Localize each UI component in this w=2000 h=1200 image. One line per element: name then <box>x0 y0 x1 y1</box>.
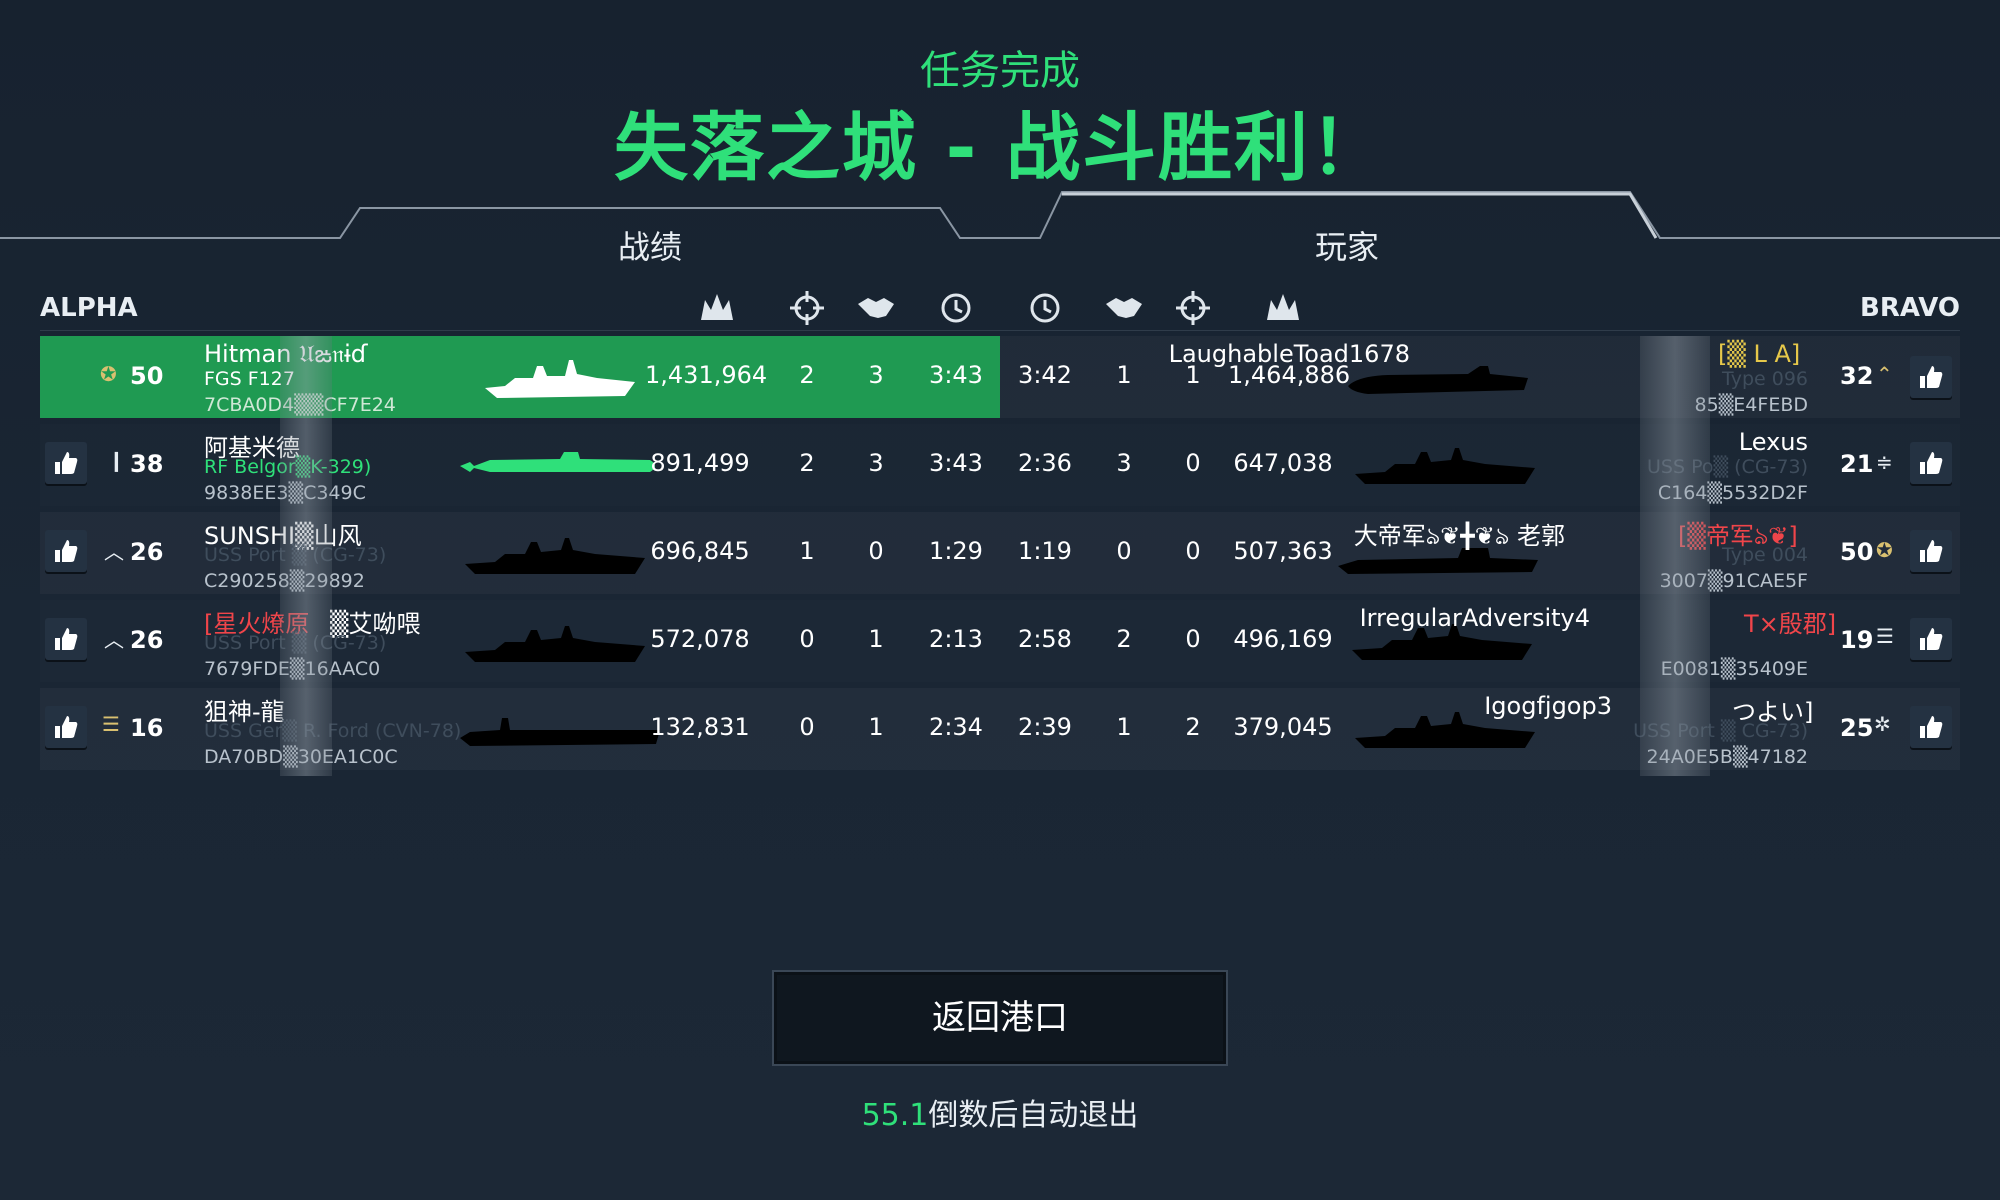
return-to-port-button[interactable]: 返回港口 <box>772 970 1228 1066</box>
bars-icon: ☰ <box>1876 624 1894 648</box>
star-chevron-icon: ⌃ <box>1876 362 1893 386</box>
rank-value: 16 <box>130 714 164 742</box>
crosshair-icon <box>1176 291 1210 325</box>
crosshair-icon <box>790 291 824 325</box>
team-alpha-label: ALPHA <box>40 293 138 323</box>
player-name[interactable]: LaughableToad1678 <box>1169 340 1410 368</box>
single-bar-icon: ❙ <box>108 448 125 472</box>
thumbs-up-icon <box>1920 366 1943 388</box>
ship-silhouette <box>1355 448 1535 484</box>
damage-value: 1,431,964 <box>645 361 768 389</box>
stars-wreath-icon: ✲ <box>1874 712 1891 736</box>
damage-value: 379,045 <box>1233 713 1333 741</box>
eagle-insignia-icon: ✪ <box>100 362 117 386</box>
thumbs-up-icon <box>1920 452 1943 474</box>
like-button[interactable] <box>1910 706 1952 748</box>
countdown-text: 倒数后自动退出 <box>928 1098 1139 1133</box>
clan-tag: T×殷郡] <box>1744 610 1837 638</box>
thumbs-up-icon <box>55 716 78 738</box>
team-bravo-label: BRAVO <box>1860 293 1960 323</box>
ship-silhouette <box>485 360 635 398</box>
damage-value: 891,499 <box>650 449 750 477</box>
thumbs-up-icon <box>1920 540 1943 562</box>
damage-value: 132,831 <box>650 713 750 741</box>
thumbs-up-icon <box>55 540 78 562</box>
auto-exit-countdown: 55.1倒数后自动退出 <box>0 1090 2000 1134</box>
header-divider <box>40 330 1960 331</box>
handshake-icon <box>858 298 894 318</box>
damage-value: 496,169 <box>1233 625 1333 653</box>
damage-value: 507,363 <box>1233 537 1333 565</box>
rank-value: 25 <box>1840 714 1874 742</box>
rank-value: 32 <box>1840 362 1874 390</box>
ship-name: USS Ger▒ R. Ford (CVN-78) <box>204 720 462 742</box>
damage-value: 647,038 <box>1233 449 1333 477</box>
thumbs-up-icon <box>1920 628 1943 650</box>
ship-name: Type 004 <box>1722 544 1808 566</box>
rank-value: 38 <box>130 450 164 478</box>
thumbs-up-icon <box>55 628 78 650</box>
like-button[interactable] <box>1910 442 1952 484</box>
clock-icon <box>941 293 971 323</box>
rank-value: 26 <box>130 626 164 654</box>
player-name[interactable]: Lexus <box>1739 428 1808 456</box>
damage-icon <box>1267 294 1299 320</box>
player-id: 85▒E4FEBD <box>1694 394 1808 416</box>
like-button[interactable] <box>45 706 87 748</box>
rank-value: 21 <box>1840 450 1874 478</box>
player-name[interactable]: Igogfjgop3 <box>1484 692 1612 720</box>
like-button[interactable] <box>1910 618 1952 660</box>
like-button[interactable] <box>45 618 87 660</box>
like-button[interactable] <box>1910 530 1952 572</box>
ship-silhouette <box>460 452 655 472</box>
ship-silhouette <box>465 538 645 574</box>
damage-value: 696,845 <box>650 537 750 565</box>
ship-silhouette <box>465 626 645 662</box>
triple-bar-icon: ☰ <box>102 712 120 736</box>
tab-stats[interactable]: 战绩 <box>550 222 750 268</box>
damage-icon <box>701 294 733 320</box>
thumbs-up-icon <box>55 452 78 474</box>
player-name[interactable]: IrregularAdversity4 <box>1360 604 1590 632</box>
chevron-icon: ︿ <box>104 540 124 564</box>
rank-value: 50 <box>130 362 164 390</box>
countdown-value: 55.1 <box>861 1098 929 1133</box>
player-name[interactable]: 大帝军ঌ❦╋❦ঌ 老郭 <box>1354 516 1565 558</box>
privacy-blur <box>280 336 332 776</box>
handshake-icon <box>1106 298 1142 318</box>
tab-players[interactable]: 玩家 <box>1247 222 1447 268</box>
chevron-icon: ︿ <box>104 628 124 652</box>
rank-value: 26 <box>130 538 164 566</box>
thumbs-up-icon <box>1920 716 1943 738</box>
ship-name: Type 096 <box>1722 368 1808 390</box>
rank-value: 19 <box>1840 626 1874 654</box>
privacy-blur <box>1640 336 1710 776</box>
rank-value: 50 <box>1840 538 1874 566</box>
damage-value: 572,078 <box>650 625 750 653</box>
battle-result-title: 失落之城 - 战斗胜利！ <box>613 105 1387 191</box>
clan-tag: [▒ L A] <box>1718 340 1801 368</box>
like-button[interactable] <box>45 530 87 572</box>
tab-frame <box>0 191 2000 239</box>
eagle-insignia-icon: ✪ <box>1876 538 1893 562</box>
clock-icon <box>1030 293 1060 323</box>
ship-silhouette <box>460 718 660 746</box>
wings-icon: ≑ <box>1876 450 1893 474</box>
like-button[interactable] <box>1910 356 1952 398</box>
like-button[interactable] <box>45 442 87 484</box>
